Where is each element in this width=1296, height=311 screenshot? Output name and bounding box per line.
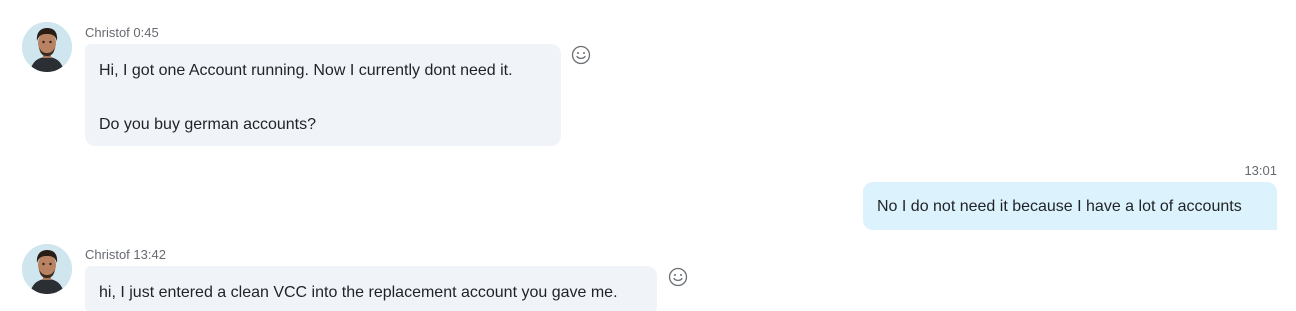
message-time: 13:42 <box>133 247 166 262</box>
avatar[interactable] <box>22 244 72 294</box>
person-avatar-icon <box>22 244 72 294</box>
message-time: 13:01 <box>1244 163 1277 178</box>
message-sender-line: Christof 0:45 <box>85 25 159 40</box>
message-bubble-outgoing[interactable]: No I do not need it because I have a lot… <box>863 182 1277 230</box>
smiley-icon[interactable] <box>571 45 591 65</box>
smiley-icon[interactable] <box>668 267 688 287</box>
message-time: 0:45 <box>133 25 159 40</box>
message-sender-line: Christof 13:42 <box>85 247 166 262</box>
person-avatar-icon <box>22 22 72 72</box>
sender-name: Christof <box>85 247 130 262</box>
message-text-line: hi, I just entered a clean VCC into the … <box>99 284 618 301</box>
message-text-line: Hi, I got one Account running. Now I cur… <box>99 62 513 79</box>
message-text-line: Do you buy german accounts? <box>99 116 317 133</box>
message-text-line <box>99 84 547 111</box>
avatar[interactable] <box>22 22 72 72</box>
chat-conversation: ’ Christof 0:45 Hi, I got one Account ru… <box>0 0 1296 311</box>
scroll-indicator: ’ <box>683 0 686 7</box>
message-text-line: No I do not need it because I have a lot… <box>877 198 1242 215</box>
sender-name: Christof <box>85 25 130 40</box>
message-bubble-incoming[interactable]: Hi, I got one Account running. Now I cur… <box>85 44 561 146</box>
message-bubble-incoming[interactable]: hi, I just entered a clean VCC into the … <box>85 266 657 311</box>
